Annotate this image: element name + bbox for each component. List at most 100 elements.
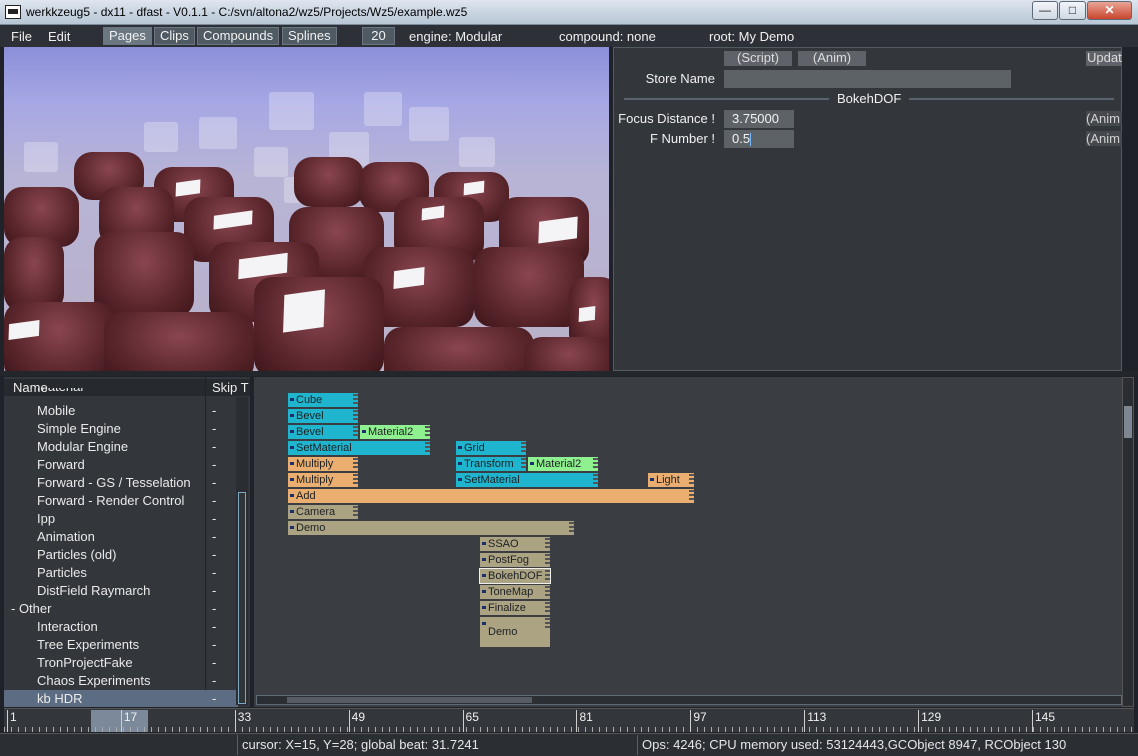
focus-distance-field[interactable]: 3.75000 [724,110,794,128]
tree-row-name: Interaction [37,619,98,634]
timeline-tick-label: 97 [690,710,707,732]
op-bevel[interactable]: Bevel [288,409,358,423]
status-bar: cursor: X=15, Y=28; global beat: 31.7241… [0,733,1138,756]
tree-row[interactable]: Particles (old) - [4,546,238,564]
tree-row[interactable]: kb HDR - [4,690,238,707]
window-title: werkkzeug5 - dx11 - dfast - V0.1.1 - C:/… [26,5,468,19]
tree-row[interactable]: Animation - [4,528,238,546]
op-tonemap[interactable]: ToneMap [480,585,550,599]
tab-compounds[interactable]: Compounds [197,27,280,45]
anim-button[interactable]: (Anim) [798,51,866,66]
f-number-field[interactable]: 0.5 [724,130,794,148]
property-panel: (Script) (Anim) Updat Store Name BokehDO… [613,47,1122,371]
tree-row[interactable]: Ipp - [4,510,238,528]
graph-hscroll-thumb[interactable] [287,697,532,703]
tree-row[interactable]: Forward - [4,456,238,474]
timeline-tick-label: 81 [576,710,593,732]
tree-row-name: Particles [37,565,87,580]
tree-row-name: DistField Raymarch [37,583,151,598]
tree-row[interactable]: Interaction - [4,618,238,636]
tree-row[interactable]: Simple Engine - [4,420,238,438]
tree-row-name: Particles (old) [37,547,117,562]
store-name-field[interactable] [724,70,1011,88]
tree-row-skip: - [212,565,217,580]
op-multiply[interactable]: Multiply [288,473,358,487]
menu-file[interactable]: File [11,29,32,44]
tree-row-skip: - [212,529,217,544]
graph-vscroll-thumb[interactable] [1124,406,1132,438]
tree-row[interactable]: Tree Experiments - [4,636,238,654]
fnumber-anim-button[interactable]: (Anim [1086,131,1122,146]
tree-row[interactable]: Forward - GS / Tesselation - [4,474,238,492]
tree-row[interactable]: Particles - [4,564,238,582]
tree-row[interactable]: - Other - [4,600,238,618]
operator-graph[interactable]: Cube Bevel Bevel Material2 SetMaterial G… [254,377,1122,707]
op-cube[interactable]: Cube [288,393,358,407]
tree-row-name: Modular Engine [37,439,129,454]
op-bevel[interactable]: Bevel [288,425,358,439]
focus-anim-button[interactable]: (Anim [1086,111,1122,126]
tree-row-skip: - [212,493,217,508]
f-number-value: 0.5 [732,131,751,146]
op-material2[interactable]: Material2 [528,457,598,471]
close-button[interactable]: ✕ [1087,1,1132,20]
status-memory: Ops: 4246; CPU memory used: 53124443,GCO… [637,735,1137,755]
op-material2[interactable]: Material2 [360,425,430,439]
tree-row-skip: - [212,547,217,562]
minimize-button[interactable]: — [1032,1,1058,20]
timeline-tick-label: 49 [348,710,365,732]
tab-splines[interactable]: Splines [282,27,337,45]
timeline-minor-ticks [4,727,1134,732]
timeline-tick-label: 17 [120,710,137,732]
tree-row-skip: - [212,637,217,652]
timeline-tick-label: 1 [7,710,17,732]
tree-row-skip: - [212,475,217,490]
op-finalize[interactable]: Finalize [480,601,550,615]
op-postfog[interactable]: PostFog [480,553,550,567]
op-demo[interactable]: Demo [288,521,574,535]
tree-row[interactable]: Mobile - [4,402,238,420]
op-ssao[interactable]: SSAO [480,537,550,551]
op-demo[interactable]: Demo [480,617,550,647]
tree-row-name: Material [37,388,83,394]
splitter[interactable] [0,371,1138,376]
tab-pages[interactable]: Pages [103,27,152,45]
tree-row[interactable]: Modular Engine - [4,438,238,456]
tree-row-name: Forward [37,457,85,472]
graph-vscrollbar[interactable] [1122,377,1134,707]
timeline[interactable]: 1 17 33 49 65 81 97 113 129 145 [4,708,1134,732]
op-setmaterial[interactable]: SetMaterial [288,441,430,455]
engine-label: engine: Modular [409,29,503,44]
tree-row-skip: - [212,601,217,616]
graph-hscrollbar[interactable] [256,695,1122,705]
maximize-button[interactable]: □ [1059,1,1086,20]
page-number-field[interactable]: 20 [362,27,395,45]
tree-row-skip: - [212,403,217,418]
op-multiply[interactable]: Multiply [288,457,358,471]
op-grid[interactable]: Grid [456,441,526,455]
script-button[interactable]: (Script) [724,51,792,66]
op-camera[interactable]: Camera [288,505,358,519]
op-add[interactable]: Add [288,489,694,503]
section-title: BokehDOF [829,91,910,106]
op-light[interactable]: Light [648,473,694,487]
app-icon[interactable] [5,5,21,19]
menu-edit[interactable]: Edit [48,29,70,44]
tree-row[interactable]: Forward - Render Control - [4,492,238,510]
tree-row[interactable]: Material [4,388,238,394]
tree-row[interactable]: Chaos Experiments - [4,672,238,690]
tab-clips[interactable]: Clips [154,27,195,45]
tree-row[interactable]: TronProjectFake - [4,654,238,672]
root-label: root: My Demo [709,29,795,44]
menu-bar: File Edit Pages Clips Compounds Splines … [0,25,1138,47]
op-bokehdof[interactable]: BokehDOF [479,568,551,584]
timeline-tick-label: 65 [462,710,479,732]
timeline-tick-label: 145 [1032,710,1055,732]
op-setmaterial[interactable]: SetMaterial [456,473,598,487]
update-button[interactable]: Updat [1086,51,1122,66]
tree-row[interactable]: DistField Raymarch - [4,582,238,600]
title-bar: werkkzeug5 - dx11 - dfast - V0.1.1 - C:/… [0,0,1138,25]
render-viewport[interactable] [4,47,609,371]
tree-scroll-thumb[interactable] [238,492,246,704]
op-transform[interactable]: Transform [456,457,526,471]
